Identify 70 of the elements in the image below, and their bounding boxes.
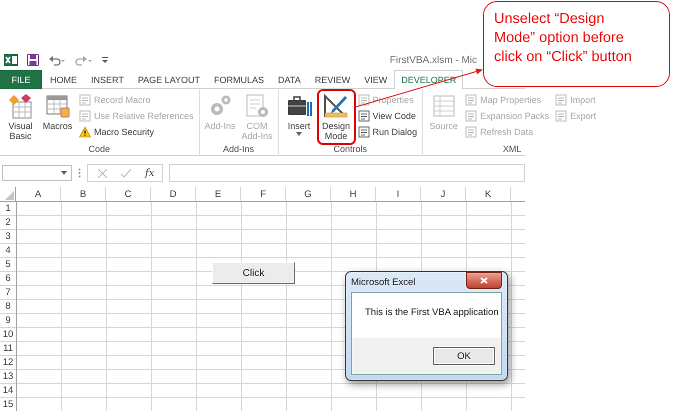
ribbon-button[interactable]: Macro Security bbox=[77, 124, 196, 139]
check-icon bbox=[121, 168, 131, 178]
row-header[interactable]: 5 bbox=[0, 258, 16, 272]
ribbon-tab[interactable]: REVIEW bbox=[308, 70, 358, 89]
column-header[interactable]: F bbox=[241, 187, 286, 201]
close-icon bbox=[480, 277, 488, 284]
ribbon-button[interactable]: Run Dialog bbox=[356, 124, 420, 139]
ribbon-tab[interactable]: DATA bbox=[271, 70, 308, 89]
dialog-message: This is the First VBA application bbox=[364, 306, 500, 320]
row-header[interactable]: 3 bbox=[0, 230, 16, 244]
row-header[interactable]: 8 bbox=[0, 300, 16, 314]
close-button[interactable] bbox=[466, 272, 502, 289]
ribbon-tab[interactable]: VIEW bbox=[357, 70, 394, 89]
file-tab[interactable]: FILE bbox=[0, 70, 42, 89]
ribbon-button[interactable]: Macros bbox=[40, 91, 75, 143]
row-header[interactable]: 11 bbox=[0, 342, 16, 356]
ribbon-button[interactable]: Design Mode bbox=[318, 91, 354, 143]
column-header[interactable]: A bbox=[16, 187, 61, 201]
column-header[interactable]: J bbox=[421, 187, 466, 201]
spreadsheet-logo-icon bbox=[4, 53, 18, 67]
ribbon-tab[interactable]: PAGE LAYOUT bbox=[130, 70, 208, 89]
ribbon-button[interactable]: View Code bbox=[356, 108, 420, 123]
select-all-icon bbox=[5, 191, 14, 200]
ribbon-tab[interactable]: HOME bbox=[43, 70, 84, 89]
dialog-title: Microsoft Excel bbox=[351, 276, 416, 288]
insert-function-button[interactable]: fx bbox=[145, 168, 154, 178]
formula-field[interactable] bbox=[169, 164, 525, 182]
ribbon-group-label: Code bbox=[88, 143, 112, 155]
shapes-sheet-icon bbox=[6, 92, 34, 120]
save-icon bbox=[27, 54, 39, 66]
click-button[interactable]: Click bbox=[212, 262, 295, 284]
row-header[interactable]: 15 bbox=[0, 398, 16, 411]
row-header[interactable]: 12 bbox=[0, 356, 16, 370]
redo-icon bbox=[75, 54, 93, 66]
row-header[interactable]: 1 bbox=[0, 202, 16, 216]
cancel-icon bbox=[98, 168, 107, 178]
name-box[interactable] bbox=[2, 165, 72, 181]
customize-caret-icon bbox=[102, 56, 108, 64]
row-header[interactable]: 14 bbox=[0, 384, 16, 398]
row-header[interactable]: 13 bbox=[0, 370, 16, 384]
column-header[interactable]: C bbox=[106, 187, 151, 201]
callout-note: Unselect “Design Mode” option before click on “Click” button bbox=[483, 1, 670, 87]
column-header[interactable]: H bbox=[331, 187, 376, 201]
caret-icon bbox=[296, 132, 302, 136]
column-header[interactable]: I bbox=[376, 187, 421, 201]
column-header[interactable]: B bbox=[61, 187, 106, 201]
window-title: FirstVBA.xlsm - Mic bbox=[390, 54, 477, 66]
ribbon-button[interactable]: Insert bbox=[282, 91, 317, 143]
ribbon-group-label: Controls bbox=[332, 143, 368, 155]
row-header[interactable]: 6 bbox=[0, 272, 16, 286]
ok-button[interactable]: OK bbox=[433, 347, 495, 365]
row-header[interactable]: 7 bbox=[0, 286, 16, 300]
ribbon-button[interactable]: Visual Basic bbox=[3, 91, 38, 143]
row-header[interactable]: 9 bbox=[0, 314, 16, 328]
ruler-pencil-icon bbox=[322, 92, 350, 120]
ribbon-group-label: Add-Ins bbox=[222, 143, 256, 155]
column-header[interactable]: K bbox=[466, 187, 511, 201]
ribbon-group-label: XML bbox=[502, 143, 522, 155]
ribbon-tab[interactable]: INSERT bbox=[84, 70, 131, 89]
row-header[interactable]: 2 bbox=[0, 216, 16, 230]
column-header[interactable]: D bbox=[151, 187, 196, 201]
ribbon-tab[interactable]: FORMULAS bbox=[207, 70, 272, 89]
row-header[interactable]: 10 bbox=[0, 328, 16, 342]
column-header[interactable]: G bbox=[286, 187, 331, 201]
warning-icon bbox=[79, 126, 91, 138]
caret-icon bbox=[61, 171, 67, 175]
column-header[interactable]: E bbox=[196, 187, 241, 201]
undo-icon bbox=[48, 54, 66, 66]
drag-handle-icon bbox=[78, 168, 81, 178]
row-header[interactable]: 4 bbox=[0, 244, 16, 258]
